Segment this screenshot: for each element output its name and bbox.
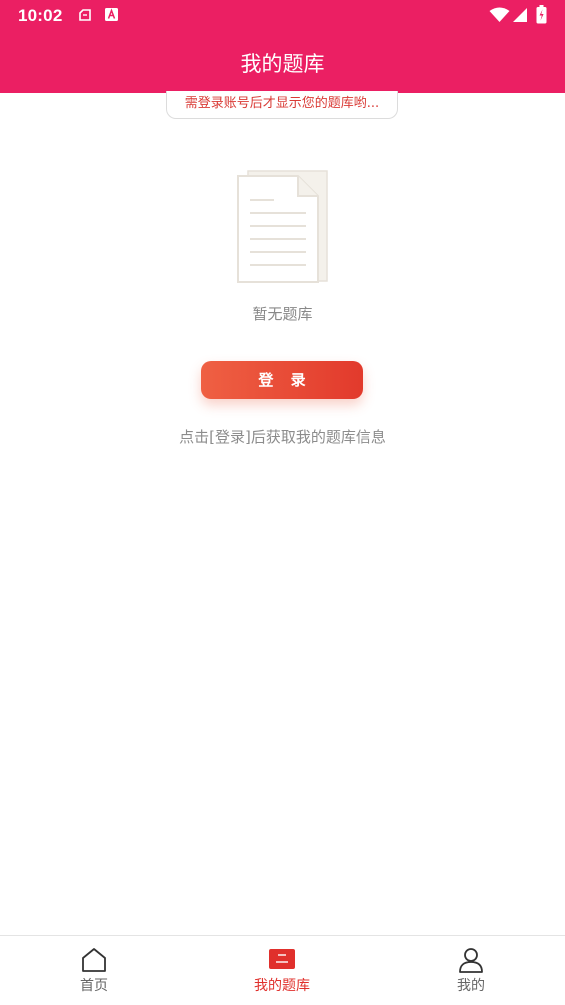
nav-item-mine[interactable]: 我的 xyxy=(411,936,531,1005)
wifi-icon xyxy=(489,7,510,22)
nav-label-mine: 我的 xyxy=(457,978,485,994)
login-button[interactable]: 登 录 xyxy=(201,361,363,399)
home-icon xyxy=(82,948,106,972)
empty-state-text: 暂无题库 xyxy=(252,305,313,323)
nav-label-question-bank: 我的题库 xyxy=(254,978,310,994)
nav-item-question-bank[interactable]: 我的题库 xyxy=(222,936,342,1005)
page-title: 我的题库 xyxy=(240,52,325,76)
app-notification-icon xyxy=(105,8,118,21)
question-bank-icon xyxy=(269,949,295,969)
login-hint-text: 点击[登录]后获取我的题库信息 xyxy=(179,428,386,446)
signal-icon xyxy=(513,8,527,22)
battery-icon xyxy=(536,5,547,24)
bottom-navigation: 首页 我的题库 我的 xyxy=(0,935,565,1005)
user-icon xyxy=(459,948,483,973)
nav-label-home: 首页 xyxy=(80,978,108,994)
status-time: 10:02 xyxy=(18,6,63,25)
nav-item-home[interactable]: 首页 xyxy=(34,936,154,1005)
empty-document-icon xyxy=(237,170,328,283)
app-header: 10:02 我的题库 xyxy=(0,0,565,93)
login-notice-banner: 需登录账号后才显示您的题库哟... xyxy=(166,91,398,119)
cloud-notification-icon xyxy=(79,9,91,21)
